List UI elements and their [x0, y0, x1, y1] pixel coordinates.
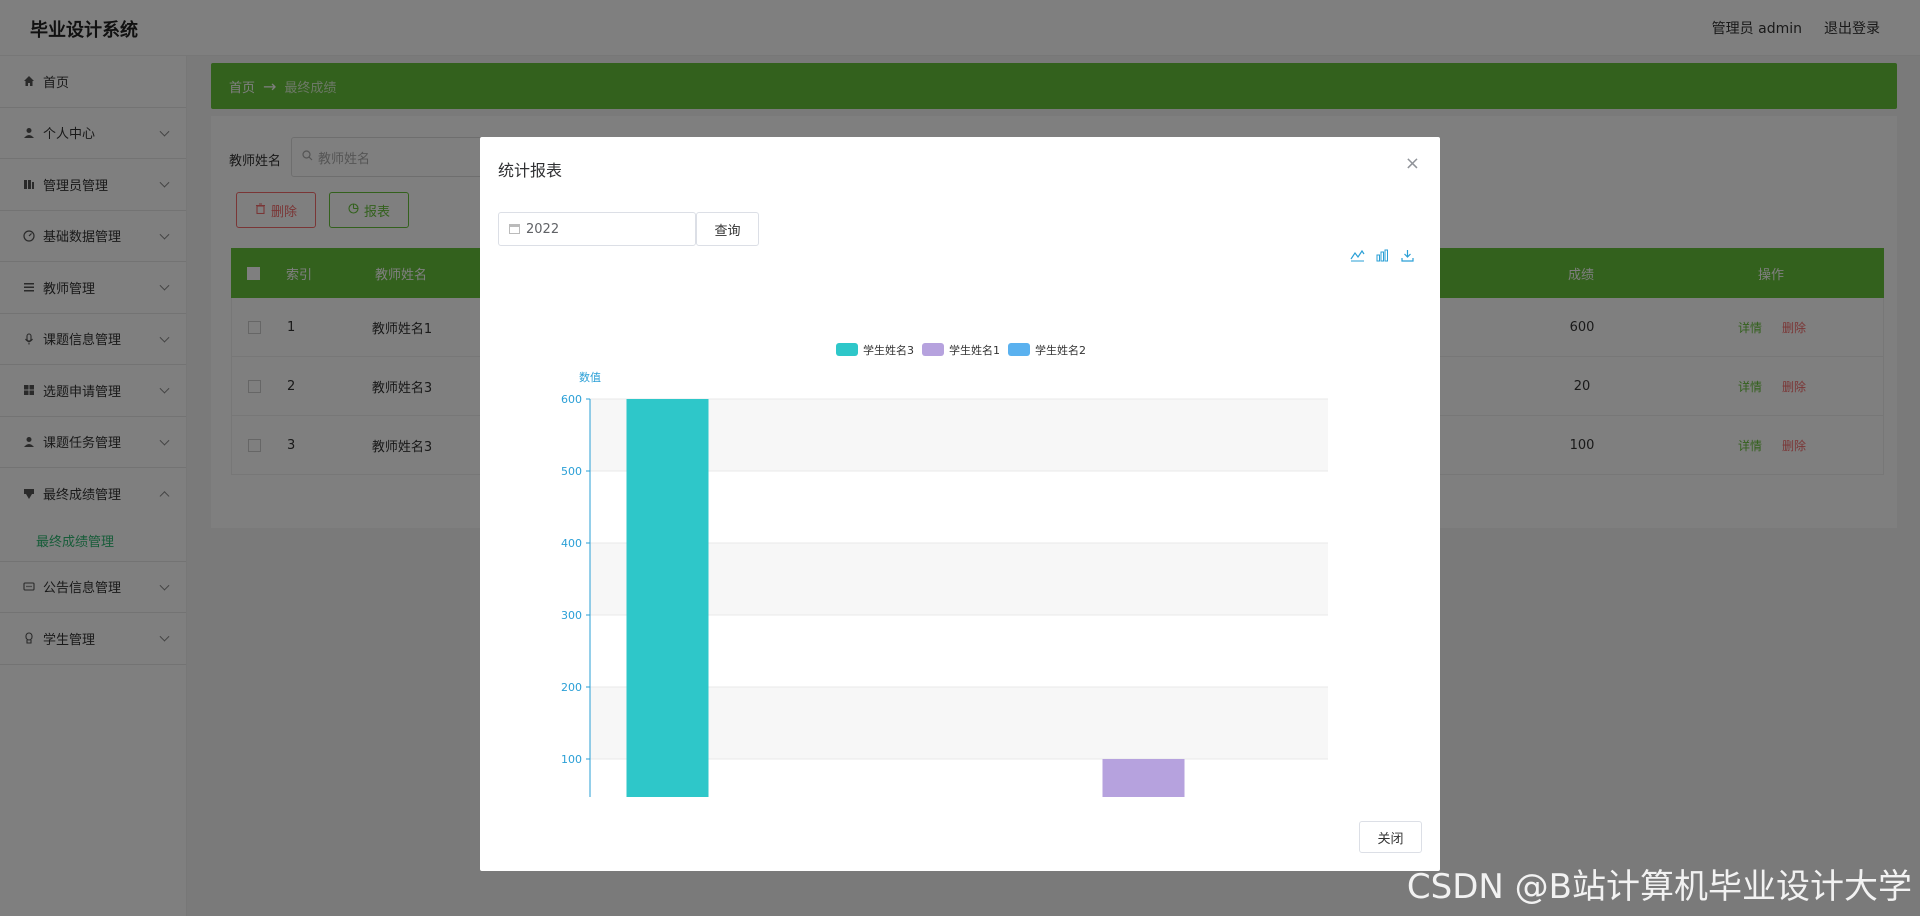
bar [626, 399, 709, 797]
y-tick-label: 400 [561, 537, 582, 550]
y-tick-label: 600 [561, 393, 582, 406]
close-icon[interactable]: × [1405, 153, 1420, 174]
legend-label: 学生姓名3 [863, 343, 914, 357]
close-button[interactable]: 关闭 [1359, 821, 1422, 853]
y-tick-label: 200 [561, 681, 582, 694]
dialog-title: 统计报表 [498, 161, 563, 180]
y-tick-label: 300 [561, 609, 582, 622]
bar-chart: 0100200300400500600数值年份2022-032022-04学生姓… [561, 343, 1328, 797]
y-tick-label: 500 [561, 465, 582, 478]
watermark-text: CSDN @B站计算机毕业设计大学 [1406, 867, 1912, 907]
y-axis-label: 数值 [579, 371, 601, 384]
calendar-icon [509, 224, 520, 234]
legend-swatch [836, 343, 858, 356]
legend-label: 学生姓名2 [1035, 343, 1086, 357]
bar [1102, 759, 1185, 797]
legend-label: 学生姓名1 [949, 343, 1000, 357]
legend-swatch [1008, 343, 1030, 356]
legend-swatch [922, 343, 944, 356]
report-dialog: 统计报表 × 2022 查询 0100200300400500600数值年份20… [480, 137, 1440, 871]
y-tick-label: 100 [561, 753, 582, 766]
year-value: 2022 [526, 221, 560, 237]
